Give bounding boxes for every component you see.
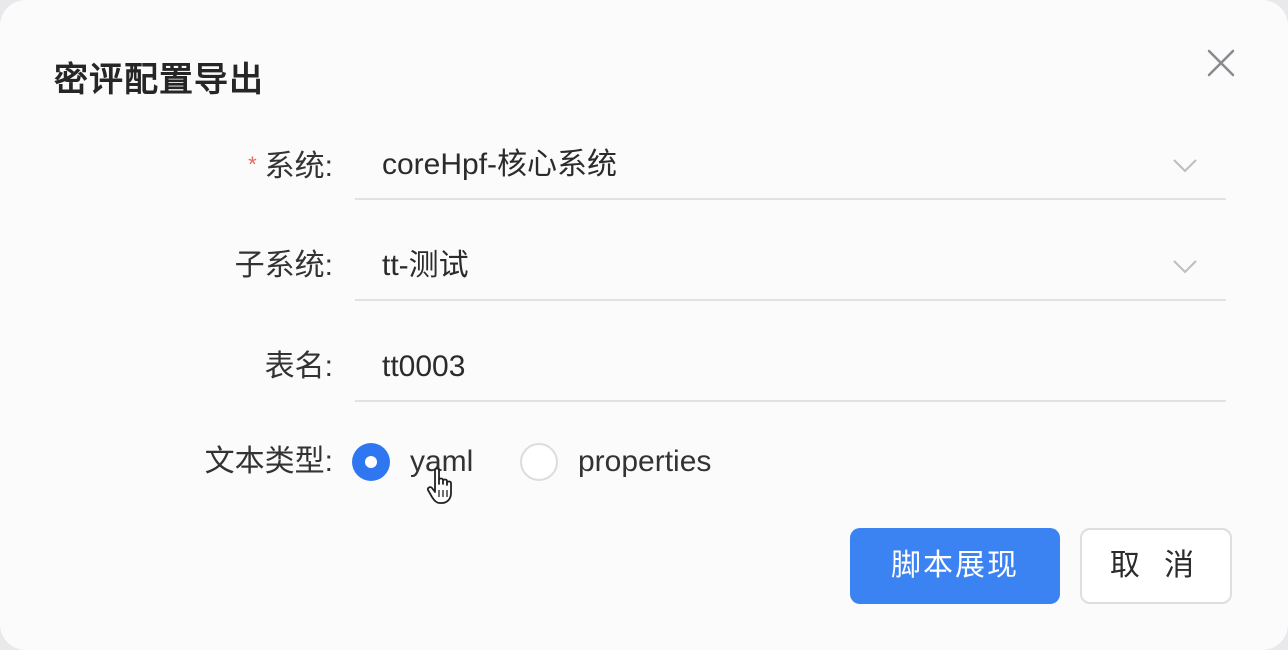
radio-yaml[interactable]: yaml	[352, 432, 492, 492]
system-select-value: coreHpf-核心系统	[382, 148, 618, 181]
subsystem-select[interactable]: tt-测试	[355, 231, 1226, 301]
text-type-label: 文本类型:	[204, 445, 333, 478]
chevron-down-icon	[1173, 260, 1197, 274]
system-select[interactable]: coreHpf-核心系统	[355, 130, 1226, 200]
radio-checked-icon	[352, 443, 390, 481]
table-name-row: 表名: tt0003	[0, 332, 1288, 402]
system-label-text: 系统:	[264, 150, 333, 183]
close-icon[interactable]	[1200, 44, 1240, 84]
script-display-button[interactable]: 脚本展现	[850, 528, 1060, 604]
table-name-value: tt0003	[382, 350, 466, 383]
subsystem-row: 子系统: tt-测试	[0, 231, 1288, 301]
cancel-button[interactable]: 取 消	[1080, 528, 1232, 604]
system-row: * 系统: coreHpf-核心系统	[0, 130, 1288, 200]
radio-properties-label: properties	[578, 445, 712, 478]
required-mark: *	[248, 152, 257, 177]
text-type-row: 文本类型: yaml properties	[0, 432, 1288, 492]
subsystem-select-value: tt-测试	[382, 249, 469, 282]
subsystem-label: 子系统:	[234, 249, 333, 282]
system-label: * 系统:	[248, 130, 333, 200]
hand-cursor-icon	[426, 467, 452, 504]
dialog-title: 密评配置导出	[54, 61, 264, 99]
export-dialog: 密评配置导出 * 系统: coreHpf-核心系统 子系统: tt-测试 表名:	[0, 0, 1288, 650]
radio-unchecked-icon	[520, 443, 558, 481]
chevron-down-icon	[1173, 159, 1197, 173]
radio-properties[interactable]: properties	[520, 432, 750, 492]
table-name-label: 表名:	[264, 350, 333, 383]
table-name-input[interactable]: tt0003	[355, 332, 1226, 402]
